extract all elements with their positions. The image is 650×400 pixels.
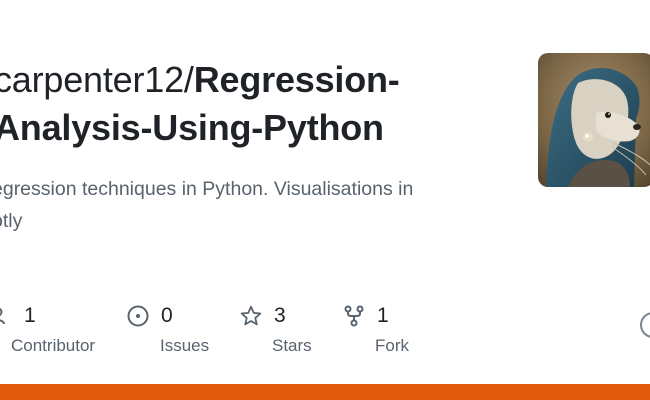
repo-owner: carpenter12/ — [0, 59, 194, 100]
stat-contributors[interactable]: 1 Contributor — [0, 300, 95, 356]
forks-count: 1 — [377, 304, 389, 327]
repo-description: egression techniques in Python. Visualis… — [0, 173, 512, 237]
issues-label: Issues — [160, 336, 210, 355]
stars-count: 3 — [274, 304, 286, 327]
repo-title-line1: carpenter12/Regression- — [0, 56, 514, 104]
people-icon — [0, 305, 12, 327]
stars-label: Stars — [272, 336, 312, 355]
contributors-label: Contributor — [11, 336, 96, 355]
fork-icon — [343, 305, 365, 327]
language-color-bar — [0, 384, 650, 400]
stat-stars[interactable]: 3 Stars — [240, 300, 312, 356]
forks-label: Fork — [375, 336, 409, 355]
otter-portrait-image — [538, 53, 650, 187]
repo-description-line1: egression techniques in Python. Visualis… — [0, 178, 414, 200]
star-icon — [240, 305, 262, 327]
stat-issues[interactable]: 0 Issues — [127, 300, 209, 356]
issue-icon — [127, 305, 149, 327]
stat-forks[interactable]: 1 Fork — [343, 300, 409, 356]
owner-avatar — [538, 53, 650, 187]
repo-name-part1: Regression- — [193, 59, 400, 100]
repo-title: carpenter12/Regression- Analysis-Using-P… — [0, 56, 514, 152]
repo-description-line2: otly — [0, 210, 23, 232]
repo-stats: 1 Contributor 0 Issues 3 Stars 1 Fork — [0, 300, 650, 360]
issues-count: 0 — [161, 304, 173, 327]
contributors-count: 1 — [24, 304, 36, 327]
repo-name-part2: Analysis-Using-Python — [0, 107, 384, 148]
